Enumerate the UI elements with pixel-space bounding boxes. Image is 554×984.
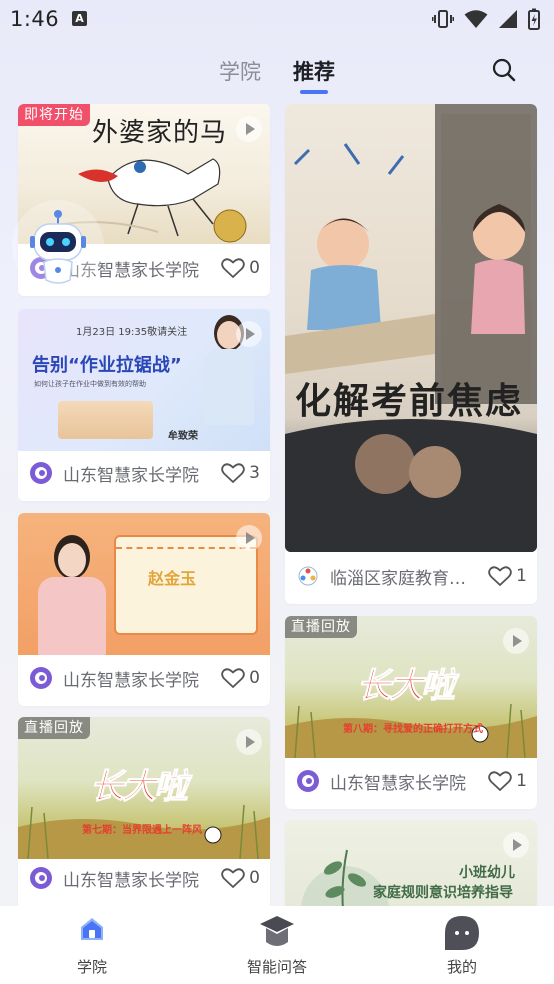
video-card[interactable]: 化解考前焦虑 临淄区家庭教育… 1: [285, 104, 537, 604]
card-footer: 山东智慧家长学院 0: [18, 652, 270, 706]
notification-a-icon: A: [72, 11, 87, 26]
heart-icon: [221, 868, 245, 888]
heart-icon: [221, 668, 245, 688]
video-thumbnail: 赵金玉: [18, 513, 270, 655]
thumbnail-title: 告别“作业拉锯战”: [32, 355, 182, 376]
card-author: 山东智慧家长学院: [63, 466, 199, 486]
nav-item-college[interactable]: 学院: [37, 906, 147, 984]
play-icon: [236, 525, 262, 551]
battery-charging-icon: [528, 8, 540, 30]
play-icon: [236, 321, 262, 347]
college-logo-icon: [30, 867, 52, 889]
like-count: 1: [516, 771, 527, 791]
play-icon: [236, 116, 262, 142]
card-author: 山东智慧家长学院: [63, 871, 199, 891]
status-time: 1:46: [10, 7, 60, 31]
heart-icon: [488, 771, 512, 791]
nav-item-mine[interactable]: 我的: [407, 906, 517, 984]
like-button[interactable]: 3: [221, 460, 260, 486]
like-button[interactable]: 1: [488, 563, 527, 589]
nav-label: 智能问答: [246, 958, 307, 976]
nav-item-smart-qa[interactable]: 智能问答: [222, 906, 332, 984]
status-bar: 1:46 A: [0, 0, 554, 40]
top-tabs: 学院 推荐: [0, 50, 554, 100]
card-footer: 临淄区家庭教育… 1: [285, 550, 537, 604]
college-logo-icon: [30, 462, 52, 484]
anxious-children-illustration: [285, 104, 537, 552]
search-icon[interactable]: [490, 56, 518, 84]
heart-icon: [221, 463, 245, 483]
thumbnail-title: 长大啦: [90, 767, 189, 808]
college-house-icon: [81, 918, 103, 940]
district-logo-icon: [298, 566, 318, 586]
presenter-photo: [36, 531, 108, 655]
tab-college[interactable]: 学院: [219, 56, 261, 86]
thumbnail-speaker: 牟致荣: [168, 431, 198, 442]
like-count: 0: [249, 868, 260, 888]
video-card[interactable]: 长大啦 第七期：当界限遇上一阵风 直播回放 山东智慧家长学院 0: [18, 717, 270, 910]
thumbnail-line2: 家庭规则意识培养指导: [373, 885, 513, 901]
profile-bubble-icon: [445, 916, 479, 950]
like-count: 1: [516, 566, 527, 586]
play-icon: [236, 729, 262, 755]
replay-badge: 直播回放: [18, 717, 90, 739]
vibrate-icon: [432, 10, 454, 28]
thumbnail-name: 赵金玉: [148, 569, 197, 588]
tab-recommend[interactable]: 推荐: [293, 56, 335, 86]
card-author: 山东智慧家长学院: [63, 671, 199, 691]
thumbnail-title: 长大啦: [357, 666, 456, 707]
thumbnail-subtitle: 如何让孩子在作业中做到有效的帮助: [34, 380, 146, 388]
card-footer: 山东智慧家长学院 3: [18, 447, 270, 501]
signal-icon: [499, 10, 517, 28]
thumbnail-subtitle: 第八期：寻找爱的正确打开方式: [343, 724, 483, 735]
video-thumbnail: 化解考前焦虑: [285, 104, 537, 552]
tab-active-indicator: [300, 90, 328, 94]
video-card[interactable]: 赵金玉 山东智慧家长学院 0: [18, 513, 270, 706]
wifi-icon: [464, 10, 488, 28]
video-card[interactable]: 1月23日 19:35敬请关注 告别“作业拉锯战” 如何让孩子在作业中做到有效的…: [18, 309, 270, 501]
nav-label: 我的: [446, 958, 477, 976]
college-logo-icon: [297, 770, 319, 792]
heart-icon: [488, 566, 512, 586]
like-button[interactable]: 1: [488, 768, 527, 794]
like-button[interactable]: 0: [221, 255, 260, 281]
video-thumbnail: 小班幼儿 家庭规则意识培养指导: [285, 820, 537, 910]
thumbnail-line1: 小班幼儿: [459, 865, 515, 881]
like-button[interactable]: 0: [221, 665, 260, 691]
books-illustration: [58, 401, 153, 439]
ai-assistant-robot-button[interactable]: [12, 200, 104, 292]
video-thumbnail: 长大啦 第八期：寻找爱的正确打开方式 直播回放: [285, 616, 537, 758]
thumbnail-title: 外婆家的马: [92, 118, 228, 148]
like-count: 0: [249, 258, 260, 278]
video-thumbnail: 长大啦 第七期：当界限遇上一阵风 直播回放: [18, 717, 270, 859]
video-thumbnail: 1月23日 19:35敬请关注 告别“作业拉锯战” 如何让孩子在作业中做到有效的…: [18, 309, 270, 451]
upcoming-badge: 即将开始: [18, 104, 90, 126]
like-count: 0: [249, 668, 260, 688]
heart-icon: [221, 258, 245, 278]
graduation-cap-icon: [260, 916, 294, 946]
like-count: 3: [249, 463, 260, 483]
status-icons: [432, 8, 540, 30]
card-author: 山东智慧家长学院: [330, 774, 466, 794]
play-icon: [503, 832, 529, 858]
video-card[interactable]: 长大啦 第八期：寻找爱的正确打开方式 直播回放 山东智慧家长学院 1: [285, 616, 537, 809]
video-card[interactable]: 小班幼儿 家庭规则意识培养指导: [285, 820, 537, 910]
nav-label: 学院: [76, 958, 107, 976]
play-icon: [503, 628, 529, 654]
like-button[interactable]: 0: [221, 865, 260, 891]
bottom-navigation: 学院 智能问答 我的: [0, 906, 554, 984]
card-footer: 山东智慧家长学院 0: [18, 852, 270, 906]
replay-badge: 直播回放: [285, 616, 357, 638]
thumbnail-title: 化解考前焦虑: [295, 380, 524, 422]
robot-icon: [30, 210, 86, 284]
thumbnail-subtitle: 第七期：当界限遇上一阵风: [82, 825, 202, 836]
college-logo-icon: [30, 667, 52, 689]
card-author: 临淄区家庭教育…: [330, 569, 466, 589]
card-footer: 山东智慧家长学院 1: [285, 755, 537, 809]
thumbnail-date: 1月23日 19:35敬请关注: [76, 327, 188, 338]
